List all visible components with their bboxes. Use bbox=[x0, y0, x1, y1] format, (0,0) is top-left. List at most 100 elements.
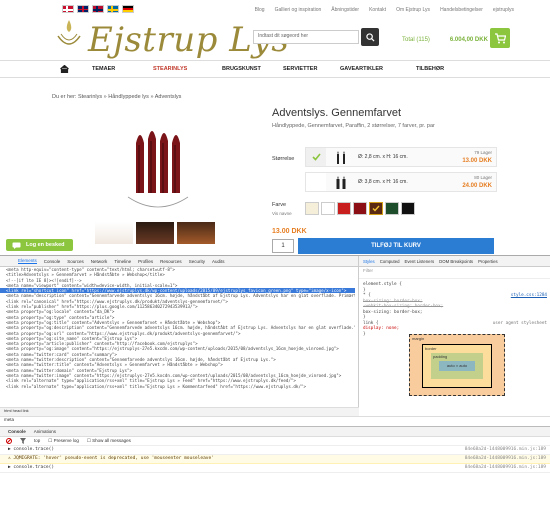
size-text: Ø: 2,8 cm. x H: 16 cm. bbox=[358, 154, 408, 160]
dom-node[interactable]: <link rel="alternate" type="application/… bbox=[0, 384, 355, 389]
console-line[interactable]: ▶ console.trace() 84e68a2d-1448009916.min… bbox=[0, 446, 550, 455]
search-input[interactable]: Indtast dit søgeord her bbox=[253, 30, 359, 44]
find-input[interactable]: meta bbox=[0, 416, 550, 426]
console-source-link[interactable]: 84e68a2d-1448009916.min.js:189 bbox=[465, 464, 546, 472]
stock-count: 79 Lager bbox=[474, 150, 492, 155]
top-links: Blog Gallieri og inspiration Åbningstide… bbox=[255, 7, 514, 13]
filter-icon[interactable] bbox=[20, 437, 26, 444]
content-box: auto × auto bbox=[439, 361, 475, 371]
swatch-red[interactable] bbox=[337, 202, 351, 215]
cart-summary[interactable]: Total (115) 6.004,00 DKK bbox=[402, 37, 488, 43]
flag-germany[interactable] bbox=[122, 5, 134, 13]
size-option-small[interactable]: Ø: 2,8 cm. x H: 16 cm. 79 Lager 13.00 DK… bbox=[305, 147, 497, 167]
thumbnail-3[interactable] bbox=[177, 222, 215, 244]
elements-tree: <meta http-equiv="content-type" content=… bbox=[0, 267, 355, 407]
leave-message-badge[interactable]: Log en besked bbox=[6, 239, 73, 251]
color-label: Farve bbox=[272, 202, 287, 208]
size-price: 24.00 DKK bbox=[462, 183, 492, 189]
tab-audits[interactable]: Audits bbox=[212, 259, 225, 264]
tab-console-drawer[interactable]: Console bbox=[8, 429, 26, 434]
dom-node[interactable]: <meta property="og:image" content="https… bbox=[0, 346, 355, 351]
preserve-log-checkbox[interactable]: ☐ Preserve log bbox=[48, 438, 79, 444]
tab-security[interactable]: Security bbox=[189, 259, 205, 264]
console-warning[interactable]: ⚠ JQMIGRATE: 'hover' pseudo-event is dep… bbox=[0, 455, 550, 464]
size-label: Størrelse bbox=[272, 156, 295, 162]
size-text: Ø: 3,8 cm. x H: 16 cm. bbox=[358, 179, 408, 185]
search-button[interactable] bbox=[361, 28, 379, 46]
cart-icon bbox=[495, 32, 506, 43]
tab-sources[interactable]: Sources bbox=[67, 259, 84, 264]
tab-event-listeners[interactable]: Event Listeners bbox=[405, 259, 435, 264]
tab-styles[interactable]: Styles bbox=[363, 259, 375, 264]
logo-candle-icon bbox=[57, 20, 81, 45]
rule-line[interactable]: * { bbox=[363, 293, 371, 298]
top-link-contact[interactable]: Kontakt bbox=[369, 7, 386, 13]
tab-network[interactable]: Network bbox=[91, 259, 108, 264]
quantity-input[interactable]: 1 bbox=[272, 239, 294, 253]
tab-animations[interactable]: Animations bbox=[34, 429, 56, 434]
flag-norway[interactable] bbox=[92, 5, 104, 13]
tab-console[interactable]: Console bbox=[44, 259, 61, 264]
tab-profiles[interactable]: Profiles bbox=[138, 259, 153, 264]
styles-pane: Styles Computed Event Listeners DOM Brea… bbox=[358, 256, 550, 416]
chat-icon bbox=[12, 242, 21, 249]
tab-elements[interactable]: Elements bbox=[18, 258, 37, 264]
console-source-link[interactable]: 84e68a2d-1448009916.min.js:189 bbox=[465, 455, 546, 463]
console-source-link[interactable]: 84e68a2d-1448009916.min.js:189 bbox=[465, 446, 546, 454]
nav-servietter[interactable]: SERVIETTER bbox=[283, 66, 317, 72]
flag-uk[interactable] bbox=[77, 5, 89, 13]
tab-dom-breakpoints[interactable]: DOM Breakpoints bbox=[439, 259, 473, 264]
show-names-link[interactable]: Vis navne bbox=[272, 211, 292, 216]
size-price: 13.00 DKK bbox=[462, 158, 492, 164]
dom-node[interactable]: <meta property="og:description" content=… bbox=[0, 325, 355, 330]
home-icon[interactable] bbox=[60, 65, 69, 73]
nav-tilbehor[interactable]: TILBEHØR bbox=[416, 66, 444, 72]
show-all-label: Show all messages bbox=[92, 437, 131, 443]
top-link-hours[interactable]: Åbningstider bbox=[331, 7, 359, 13]
top-link-account[interactable]: ejstruplys bbox=[493, 7, 514, 13]
swatch-brown-selected[interactable] bbox=[369, 202, 383, 215]
swatch-wine[interactable] bbox=[353, 202, 367, 215]
rule-line[interactable]: link { bbox=[363, 321, 379, 326]
breadcrumb[interactable]: Du er her: Stearinlys » Håndlyppede lys … bbox=[52, 94, 181, 100]
add-to-cart-button[interactable]: TILFØJ TIL KURV bbox=[298, 238, 494, 254]
swatch-green[interactable] bbox=[385, 202, 399, 215]
dom-breadcrumbs[interactable]: html head link bbox=[0, 407, 359, 416]
tab-computed[interactable]: Computed bbox=[380, 259, 400, 264]
dom-node[interactable]: <meta name="description" content="Gennem… bbox=[0, 293, 355, 298]
flag-sweden[interactable] bbox=[107, 5, 119, 13]
context-select[interactable]: top bbox=[34, 438, 40, 443]
unchecked-box bbox=[306, 173, 326, 191]
tab-properties[interactable]: Properties bbox=[478, 259, 498, 264]
tab-resources[interactable]: Resources bbox=[160, 259, 182, 264]
nav-gaveartikler[interactable]: GAVEARTIKLER bbox=[340, 66, 383, 72]
product-image[interactable] bbox=[118, 125, 198, 217]
thumbnail-2[interactable] bbox=[136, 222, 174, 244]
thumbnail-strip bbox=[95, 222, 215, 244]
search-icon bbox=[365, 32, 375, 42]
flag-denmark[interactable] bbox=[62, 5, 74, 13]
styles-filter-input[interactable]: Filter bbox=[359, 267, 550, 279]
user-agent-label: user agent stylesheet bbox=[492, 320, 547, 326]
style-source-link[interactable]: style.css:1284 bbox=[511, 293, 547, 299]
top-link-terms[interactable]: Handelsbetingelser bbox=[440, 7, 483, 13]
thumbnail-1[interactable] bbox=[95, 222, 133, 244]
swatch-cream[interactable] bbox=[305, 202, 319, 215]
console-text: ▶ console.trace() bbox=[8, 447, 55, 452]
tab-timeline[interactable]: Timeline bbox=[114, 259, 131, 264]
top-link-gallery[interactable]: Gallieri og inspiration bbox=[275, 7, 322, 13]
top-link-blog[interactable]: Blog bbox=[255, 7, 265, 13]
top-link-about[interactable]: Om Ejstrup Lys bbox=[396, 7, 430, 13]
nav-stearinlys[interactable]: STEARINLYS bbox=[153, 66, 187, 72]
console-line[interactable]: ▶ console.trace() 84e68a2d-1448009916.min… bbox=[0, 464, 550, 473]
clear-console-icon[interactable] bbox=[6, 437, 12, 444]
nav-brugskunst[interactable]: BRUGSKUNST bbox=[222, 66, 261, 72]
swatch-white[interactable] bbox=[321, 202, 335, 215]
nav-temaer[interactable]: TEMAER bbox=[92, 66, 115, 72]
size-option-large[interactable]: Ø: 3,8 cm. x H: 16 cm. 80 Lager 24.00 DK… bbox=[305, 172, 497, 192]
show-all-checkbox[interactable]: ☐ Show all messages bbox=[87, 438, 131, 444]
console-toolbar: top ☐ Preserve log ☐ Show all messages bbox=[0, 436, 550, 446]
check-icon bbox=[306, 148, 326, 166]
swatch-black[interactable] bbox=[401, 202, 415, 215]
cart-button[interactable] bbox=[490, 28, 510, 48]
